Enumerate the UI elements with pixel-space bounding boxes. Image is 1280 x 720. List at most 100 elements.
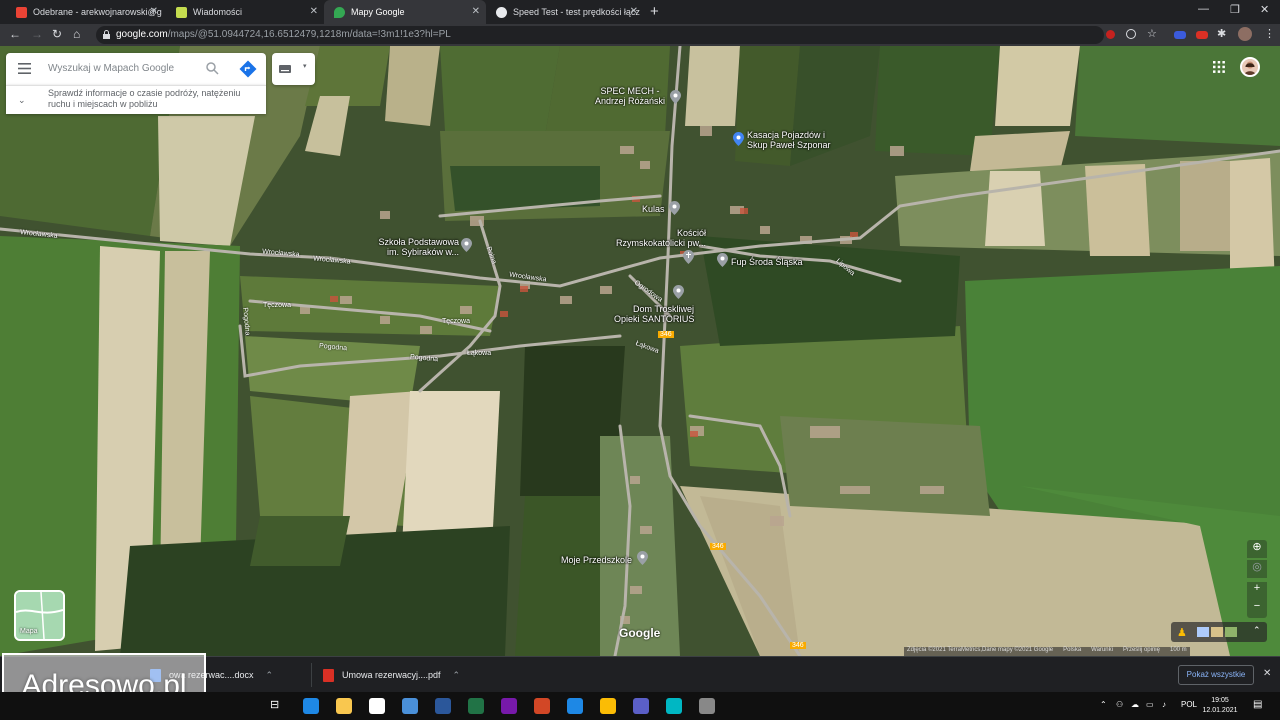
satellite-map[interactable]: SPEC MECH - Andrzej Różański Kasacja Poja…	[0, 46, 1280, 656]
expand-icon[interactable]: ⌃	[1253, 625, 1261, 636]
close-window-button[interactable]: ✕	[1260, 3, 1269, 16]
close-icon[interactable]: ✕	[630, 6, 638, 17]
tab-title: Speed Test - test prędkości łącz	[513, 7, 640, 17]
apps-grid-icon[interactable]	[1213, 61, 1225, 73]
profile-avatar[interactable]	[1238, 27, 1252, 41]
mail-icon[interactable]	[402, 698, 418, 714]
road-label: Tęczowa	[263, 302, 292, 309]
place-label[interactable]: Dom Troskliwej Opieki SANTORIUS	[614, 304, 694, 324]
hint-text: Sprawdź informacje o czasie podróży, nat…	[48, 88, 241, 109]
language-indicator[interactable]: POL	[1181, 700, 1197, 709]
place-label[interactable]: Kulas	[642, 204, 665, 214]
back-button[interactable]: ←	[9, 27, 21, 41]
explorer-icon[interactable]	[336, 698, 352, 714]
place-label[interactable]: Kościół Rzymskokatolicki pw...	[612, 228, 706, 248]
place-label[interactable]: Kasacja Pojazdów i Skup Paweł Szponar	[747, 130, 831, 150]
tab-title: Odebrane - arekwojnarowski@g	[33, 7, 162, 17]
new-tab-button[interactable]: +	[650, 3, 659, 20]
bookmark-star-icon[interactable]: ☆	[1147, 27, 1157, 40]
search-icon[interactable]	[206, 62, 219, 75]
chevron-up-icon[interactable]: ⌃	[266, 670, 274, 681]
chevron-up-icon[interactable]: ⌃	[1100, 700, 1107, 709]
maximize-button[interactable]: ❐	[1230, 3, 1240, 16]
close-icon[interactable]: ✕	[150, 6, 158, 17]
travel-info-hint[interactable]: ⌄ Sprawdź informacje o czasie podróży, n…	[6, 85, 266, 114]
store-icon[interactable]	[369, 698, 385, 714]
menu-icon[interactable]: ⋮	[1264, 27, 1275, 40]
place-label[interactable]: Szkoła Podstawowa im. Sybiraków w...	[373, 237, 459, 257]
home-button[interactable]: ⌂	[73, 27, 80, 41]
location-blocked-icon[interactable]	[1106, 30, 1115, 39]
map-pin-icon[interactable]	[637, 551, 648, 565]
layer-switcher[interactable]: Mapa	[14, 590, 65, 641]
network-icon[interactable]: ☁	[1131, 700, 1139, 709]
chevron-up-icon[interactable]: ⌃	[453, 670, 461, 681]
layer-thumb-icon[interactable]	[1197, 627, 1209, 637]
pegman-icon[interactable]: ♟	[1177, 626, 1187, 639]
chrome-icon[interactable]	[592, 692, 624, 720]
download-item[interactable]: Umowa rezerwacyj....pdf ⌃	[323, 665, 463, 685]
map-pin-icon[interactable]	[733, 132, 744, 146]
tab-gmail[interactable]: Odebrane - arekwojnarowski@g ✕	[6, 0, 164, 24]
terms-link[interactable]: Warunki	[1091, 647, 1113, 656]
map-pin-icon[interactable]	[673, 285, 684, 299]
place-label[interactable]: Fup Środa Śląska	[731, 257, 803, 267]
my-location-icon[interactable]: ◎	[1247, 560, 1267, 578]
calculator-icon[interactable]	[567, 698, 583, 714]
task-view-icon[interactable]: ⊟	[270, 698, 279, 711]
hamburger-menu-icon[interactable]	[18, 63, 31, 74]
puzzle-icon[interactable]: ✱	[1217, 27, 1226, 40]
feedback-icon[interactable]	[666, 698, 682, 714]
clock[interactable]: 19:05 12.01.2021	[1200, 696, 1240, 716]
zoom-in-button[interactable]: +	[1247, 582, 1267, 600]
onenote-icon[interactable]	[501, 698, 517, 714]
input-tools-button[interactable]: ▾	[272, 53, 315, 85]
notification-icon[interactable]: ▤	[1253, 699, 1262, 710]
word-icon[interactable]	[435, 698, 451, 714]
excel-icon[interactable]	[468, 698, 484, 714]
monitor-icon[interactable]: ▭	[1146, 700, 1154, 709]
gmail-icon	[16, 6, 27, 18]
close-icon[interactable]: ✕	[1263, 668, 1271, 679]
extension-icon[interactable]	[1174, 31, 1186, 39]
map-pin-icon[interactable]	[669, 201, 680, 215]
directions-icon[interactable]	[239, 60, 257, 78]
globe-icon[interactable]: ⊕	[1247, 540, 1267, 558]
church-pin-icon[interactable]	[683, 250, 694, 264]
layer-thumb-icon[interactable]	[1211, 627, 1223, 637]
address-bar[interactable]: google.com/maps/@51.0944724,16.6512479,1…	[96, 26, 1104, 44]
volume-icon[interactable]: ♪	[1162, 700, 1166, 709]
school-pin-icon[interactable]	[461, 238, 472, 252]
chevron-down-icon[interactable]: ⌄	[18, 95, 26, 106]
reload-button[interactable]: ↻	[52, 27, 62, 41]
edge-icon[interactable]	[303, 698, 319, 714]
close-icon[interactable]: ✕	[310, 6, 318, 17]
show-all-downloads-button[interactable]: Pokaż wszystkie	[1178, 665, 1254, 685]
teams-icon[interactable]	[633, 698, 649, 714]
layer-thumb-icon[interactable]	[1225, 627, 1237, 637]
map-pin-icon[interactable]	[717, 253, 728, 267]
tab-maps[interactable]: Mapy Google ✕	[324, 0, 486, 24]
zoom-out-button[interactable]: −	[1247, 600, 1267, 618]
tab-messages[interactable]: Wiadomości ✕	[166, 0, 324, 24]
powerpoint-icon[interactable]	[534, 698, 550, 714]
minimize-button[interactable]: —	[1198, 3, 1209, 15]
search-input[interactable]: Wyszukaj w Mapach Google	[48, 63, 174, 74]
url-host: google.com	[116, 29, 168, 40]
zoom-icon[interactable]	[1126, 29, 1136, 39]
place-label[interactable]: SPEC MECH - Andrzej Różański	[595, 86, 665, 106]
close-icon[interactable]: ✕	[472, 6, 480, 17]
tab-speedtest[interactable]: Speed Test - test prędkości łącz ✕	[486, 0, 644, 24]
terrain-mini-layers[interactable]: ♟ ⌃	[1171, 622, 1267, 642]
snip-icon[interactable]	[699, 698, 715, 714]
account-avatar[interactable]	[1240, 57, 1260, 77]
feedback-link[interactable]: Prześlij opinię	[1123, 647, 1160, 656]
place-label[interactable]: Moje Przedszkole	[561, 555, 632, 565]
forward-button[interactable]: →	[31, 27, 43, 41]
map-pin-icon[interactable]	[670, 90, 681, 104]
people-icon[interactable]: ⚇	[1116, 700, 1123, 709]
road-label: Tęczowa	[442, 318, 471, 325]
country-link[interactable]: Polska	[1063, 647, 1081, 656]
extension-icon[interactable]	[1196, 31, 1208, 39]
scale-bar[interactable]: 100 m	[1170, 647, 1187, 656]
